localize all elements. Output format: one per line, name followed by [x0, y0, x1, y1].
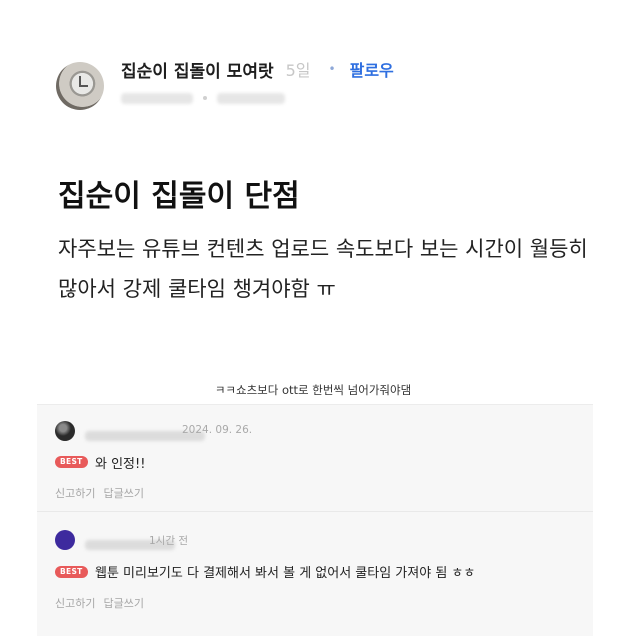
- comment-text: 와 인정!!: [95, 457, 146, 472]
- report-button[interactable]: 신고하기: [55, 595, 95, 611]
- image-caption: ㅋㅋ쇼츠보다 ott로 한번씩 넘어가줘야댐: [214, 383, 412, 397]
- comment-actions: 신고하기 답글쓰기: [55, 595, 144, 611]
- commenter-avatar[interactable]: [55, 530, 75, 550]
- post-body: 자주보는 유튜브 컨텐츠 업로드 속도보다 보는 시간이 월등히 많아서 강제 …: [58, 237, 588, 301]
- follow-button[interactable]: 팔로우: [350, 57, 394, 81]
- group-name[interactable]: 집순이 집돌이 모여랏: [121, 57, 274, 82]
- post-title: 집순이 집돌이 단점: [58, 179, 300, 214]
- group-avatar[interactable]: [56, 62, 104, 110]
- author-info-redacted: [217, 92, 285, 104]
- reply-button[interactable]: 답글쓰기: [103, 485, 143, 501]
- commenter-avatar[interactable]: [55, 421, 75, 441]
- report-button[interactable]: 신고하기: [55, 485, 95, 501]
- reply-button[interactable]: 답글쓰기: [103, 595, 143, 611]
- comment-date: 1시간 전: [149, 535, 188, 547]
- comment-text: 웹툰 미리보기도 다 결제해서 봐서 볼 게 없어서 쿨타임 가져야 됨 ㅎㅎ: [95, 566, 476, 581]
- clock-hand: [80, 85, 88, 87]
- post-time: 5일: [285, 61, 311, 80]
- separator-dot: •: [328, 62, 336, 76]
- comment-date: 2024. 09. 26.: [182, 424, 253, 436]
- post-header: 집순이 집돌이 모여랏 5일 • 팔로우: [121, 57, 394, 82]
- author-name-redacted: [121, 92, 193, 104]
- comments-section: 2024. 09. 26. BEST 와 인정!! 신고하기 답글쓰기 1시간 …: [37, 404, 593, 636]
- comment-divider: [37, 511, 593, 512]
- best-badge: BEST: [55, 566, 88, 578]
- separator-dot: [203, 96, 207, 100]
- author-meta-blurred: [121, 90, 285, 106]
- comment-actions: 신고하기 답글쓰기: [55, 485, 144, 501]
- best-badge: BEST: [55, 456, 88, 468]
